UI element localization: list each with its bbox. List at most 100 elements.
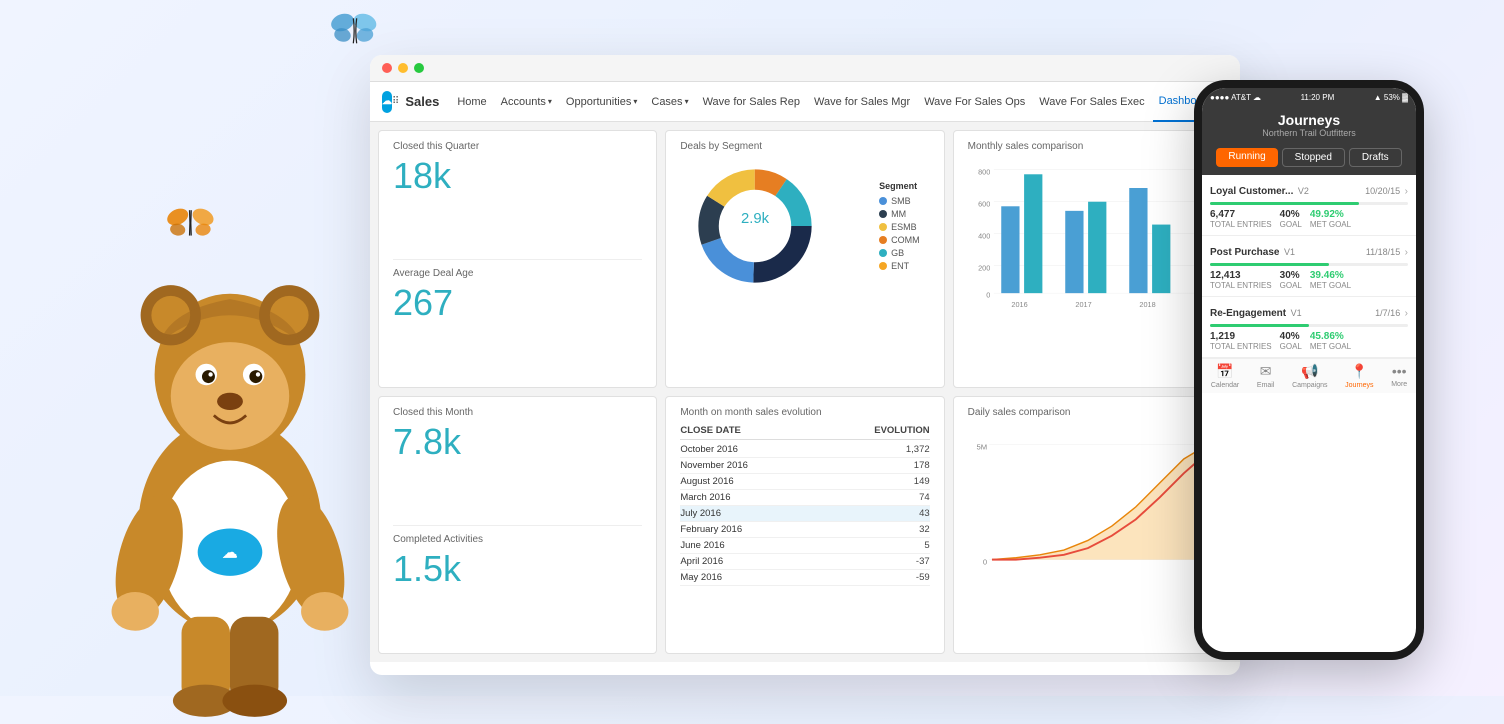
butterfly-top-icon	[330, 10, 380, 50]
legend-mm: MM	[879, 209, 920, 219]
phone-nav-journeys[interactable]: 📍 Journeys	[1345, 363, 1373, 389]
nav-wave-rep[interactable]: Wave for Sales Rep	[697, 82, 806, 122]
phone-nav-campaigns[interactable]: 📢 Campaigns	[1292, 363, 1327, 389]
phone-tab-drafts[interactable]: Drafts	[1349, 148, 1402, 167]
nav-wave-ops[interactable]: Wave For Sales Ops	[918, 82, 1031, 122]
journey-1-date: 10/20/15	[1365, 186, 1400, 196]
closed-month-value: 7.8k	[393, 422, 642, 462]
row-date-3: March 2016	[680, 492, 919, 503]
email-icon: ✉	[1260, 363, 1272, 380]
row-val-3: 74	[919, 492, 930, 503]
phone-nav-campaigns-label: Campaigns	[1292, 382, 1327, 389]
legend-label-gb: GB	[891, 248, 904, 258]
legend-comm: COMM	[879, 235, 920, 245]
browser-window: ☁ ⠿ Sales Home Accounts ▾ Opportunities …	[370, 55, 1240, 675]
journey-1-stats: 6,477 TOTAL ENTRIES 40% GOAL 49.92% MET …	[1210, 209, 1408, 229]
more-icon: •••	[1392, 363, 1407, 379]
journey-2-stat-goal: 30% GOAL	[1280, 270, 1302, 290]
journey-3-stats: 1,219 TOTAL ENTRIES 40% GOAL 45.86% MET …	[1210, 331, 1408, 351]
avg-deal-age-section: Average Deal Age 267	[393, 268, 642, 378]
browser-minimize-dot[interactable]	[398, 63, 408, 73]
nav-links: Home Accounts ▾ Opportunities ▾ Cases ▾ …	[451, 82, 1240, 122]
svg-text:2016: 2016	[1011, 300, 1027, 309]
donut-chart: 2.9k	[690, 161, 820, 291]
journey-1-met-label: MET GOAL	[1310, 220, 1351, 229]
phone-nav-email[interactable]: ✉ Email	[1257, 363, 1275, 389]
journey-item-1[interactable]: Loyal Customer... V2 10/20/15 › 6,477 TO…	[1202, 175, 1416, 236]
deals-segment-title: Deals by Segment	[680, 141, 929, 152]
mobile-phone: ●●●● AT&T ☁ 11:20 PM ▲ 53% ▓ Journeys No…	[1194, 80, 1424, 660]
row-val-2: 149	[914, 476, 930, 487]
journey-3-name: Re-Engagement	[1210, 308, 1286, 319]
journey-1-stat-entries: 6,477 TOTAL ENTRIES	[1210, 209, 1272, 229]
nav-home[interactable]: Home	[451, 82, 492, 122]
closed-month-title: Closed this Month	[393, 407, 642, 418]
journey-2-date-group: 11/18/15 ›	[1366, 242, 1408, 260]
phone-nav-journeys-label: Journeys	[1345, 382, 1373, 389]
closed-month-section: Closed this Month 7.8k	[393, 407, 642, 526]
phone-tabs: Running Stopped Drafts	[1202, 144, 1416, 175]
nav-cases[interactable]: Cases ▾	[645, 82, 694, 122]
browser-close-dot[interactable]	[382, 63, 392, 73]
svg-text:800: 800	[978, 167, 990, 176]
row-date-6: June 2016	[680, 540, 924, 551]
row-val-5: 32	[919, 524, 930, 535]
journey-1-date-group: 10/20/15 ›	[1365, 181, 1408, 199]
row-val-6: 5	[924, 540, 929, 551]
journey-2-met-label: MET GOAL	[1310, 281, 1351, 290]
legend-dot-comm	[879, 236, 887, 244]
journey-3-goal-val: 40%	[1280, 331, 1302, 342]
journey-3-entries-label: TOTAL ENTRIES	[1210, 342, 1272, 351]
row-date-1: November 2016	[680, 460, 913, 471]
nav-opportunities[interactable]: Opportunities ▾	[560, 82, 643, 122]
journey-2-progress-fill	[1210, 263, 1329, 266]
svg-text:0: 0	[986, 291, 990, 300]
journey-3-met-label: MET GOAL	[1310, 342, 1351, 351]
donut-legend: Segment SMB MM ESMB COM	[879, 181, 920, 271]
legend-label-mm: MM	[891, 209, 906, 219]
row-date-2: August 2016	[680, 476, 913, 487]
app-grid-icon[interactable]: ⠿	[392, 96, 399, 107]
phone-nav-calendar[interactable]: 📅 Calendar	[1211, 363, 1239, 389]
journey-item-3[interactable]: Re-Engagement V1 1/7/16 › 1,219 TOTAL EN…	[1202, 297, 1416, 358]
journey-item-2[interactable]: Post Purchase V1 11/18/15 › 12,413 TOTAL…	[1202, 236, 1416, 297]
journey-3-date: 1/7/16	[1375, 308, 1400, 318]
chevron-right-icon: ›	[1405, 186, 1408, 197]
svg-text:2018: 2018	[1139, 300, 1155, 309]
legend-smb: SMB	[879, 196, 920, 206]
svg-text:400: 400	[978, 231, 990, 240]
journey-2-stat-entries: 12,413 TOTAL ENTRIES	[1210, 270, 1272, 290]
nav-wave-exec[interactable]: Wave For Sales Exec	[1033, 82, 1150, 122]
legend-dot-gb	[879, 249, 887, 257]
phone-nav-email-label: Email	[1257, 382, 1275, 389]
phone-tab-stopped[interactable]: Stopped	[1282, 148, 1345, 167]
journey-3-name-group: Re-Engagement V1	[1210, 303, 1302, 321]
journey-1-name: Loyal Customer...	[1210, 186, 1293, 197]
legend-label-smb: SMB	[891, 196, 911, 206]
journey-1-met-val: 49.92%	[1310, 209, 1351, 220]
browser-maximize-dot[interactable]	[414, 63, 424, 73]
nav-wave-mgr[interactable]: Wave for Sales Mgr	[808, 82, 916, 122]
calendar-icon: 📅	[1216, 363, 1233, 380]
journey-2-goal-val: 30%	[1280, 270, 1302, 281]
closed-quarter-title: Closed this Quarter	[393, 141, 642, 152]
journey-1-goal-label: GOAL	[1280, 220, 1302, 229]
phone-tab-running[interactable]: Running	[1216, 148, 1277, 167]
phone-nav-calendar-label: Calendar	[1211, 382, 1239, 389]
dashboard-grid: Closed this Quarter 18k Average Deal Age…	[370, 122, 1240, 662]
table-row: April 2016 -37	[680, 554, 929, 570]
col-close-date: CLOSE DATE	[680, 425, 874, 436]
month-on-month-title: Month on month sales evolution	[680, 407, 929, 418]
phone-nav-more[interactable]: ••• More	[1391, 363, 1407, 389]
legend-dot-smb	[879, 197, 887, 205]
phone-status-left: ●●●● AT&T ☁	[1210, 93, 1261, 102]
journey-3-goal-label: GOAL	[1280, 342, 1302, 351]
legend-dot-ent	[879, 262, 887, 270]
row-date-7: April 2016	[680, 556, 916, 567]
journey-1-progress-bar	[1210, 202, 1408, 205]
donut-container: 2.9k Segment SMB MM ESMB	[680, 156, 929, 296]
journey-3-stat-met: 45.86% MET GOAL	[1310, 331, 1351, 351]
monthly-bar-chart: 800 600 400 200 0	[968, 156, 1217, 316]
row-val-4: 43	[919, 508, 930, 519]
nav-accounts[interactable]: Accounts ▾	[495, 82, 558, 122]
